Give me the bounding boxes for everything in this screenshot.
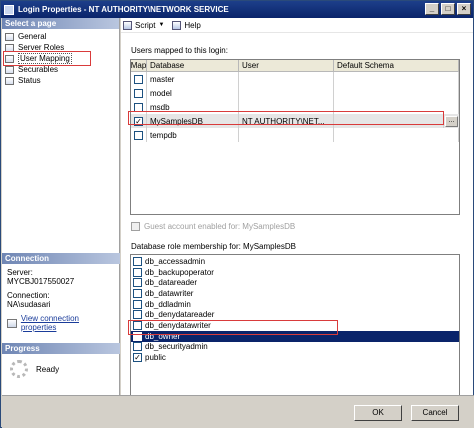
- users-mapped-label: Users mapped to this login:: [131, 46, 228, 55]
- role-checkbox[interactable]: [133, 299, 142, 309]
- table-row[interactable]: model: [131, 86, 459, 100]
- connection-header: Connection: [2, 253, 120, 264]
- title-bar[interactable]: Login Properties - NT AUTHORITY\NETWORK …: [1, 1, 473, 18]
- list-item[interactable]: db_backupoperator: [131, 267, 459, 278]
- role-checkbox[interactable]: [133, 342, 142, 352]
- role-label: db_denydatareader: [145, 310, 215, 320]
- page-icon: [5, 32, 14, 41]
- role-checkbox[interactable]: [133, 310, 142, 320]
- progress-spinner-icon: [10, 360, 28, 378]
- chevron-down-icon[interactable]: ▼: [158, 22, 164, 28]
- select-page-header: Select a page: [2, 18, 119, 29]
- close-button[interactable]: ×: [457, 3, 471, 15]
- left-pane: Select a page General Server Roles User …: [2, 18, 120, 412]
- role-checkbox-checked[interactable]: ✓: [133, 353, 142, 363]
- role-checkbox[interactable]: [133, 256, 142, 266]
- database-cell: master: [147, 72, 239, 86]
- schema-cell[interactable]: [334, 86, 459, 100]
- window-icon: [4, 4, 14, 15]
- help-icon: [172, 20, 182, 30]
- column-header-user[interactable]: User: [239, 60, 334, 71]
- role-label: db_securityadmin: [145, 342, 208, 352]
- map-checkbox[interactable]: [134, 130, 143, 140]
- minimize-button[interactable]: _: [425, 3, 439, 15]
- database-cell: model: [147, 86, 239, 100]
- page-label: Securables: [18, 65, 59, 74]
- user-cell[interactable]: [239, 128, 334, 142]
- mysamplesdb-highlight: [128, 111, 444, 125]
- schema-cell[interactable]: [334, 128, 459, 142]
- role-label: public: [145, 353, 166, 363]
- role-label: db_datareader: [145, 278, 198, 288]
- window-title: Login Properties - NT AUTHORITY\NETWORK …: [18, 5, 229, 14]
- grid-header: Map Database User Default Schema: [131, 60, 459, 72]
- script-icon: [123, 20, 132, 30]
- guest-account-option: Guest account enabled for: MySamplesDB: [131, 222, 295, 231]
- page-general[interactable]: General: [2, 31, 119, 42]
- db-owner-highlight: [128, 320, 338, 335]
- script-label: Script: [135, 20, 156, 30]
- window-controls: _ □ ×: [425, 3, 471, 15]
- view-connection-properties-label: View connection properties: [20, 314, 79, 332]
- map-checkbox[interactable]: [134, 88, 143, 98]
- page-status[interactable]: Status: [2, 75, 119, 86]
- help-label: Help: [184, 20, 201, 30]
- dialog-footer: OK Cancel: [2, 395, 474, 428]
- column-header-map[interactable]: Map: [131, 60, 147, 71]
- role-checkbox[interactable]: [133, 288, 142, 298]
- ok-button[interactable]: OK: [354, 405, 402, 421]
- script-button[interactable]: Script ▼: [123, 20, 164, 30]
- table-row[interactable]: tempdb: [131, 128, 459, 142]
- page-icon: [5, 76, 14, 85]
- column-header-default-schema[interactable]: Default Schema: [334, 60, 459, 71]
- view-connection-properties-link[interactable]: View connection properties: [7, 314, 115, 332]
- help-button[interactable]: Help: [172, 20, 201, 30]
- database-cell: tempdb: [147, 128, 239, 142]
- user-cell[interactable]: [239, 72, 334, 86]
- cancel-button[interactable]: Cancel: [411, 405, 459, 421]
- page-label: Status: [18, 76, 41, 85]
- list-item[interactable]: db_denydatareader: [131, 309, 459, 320]
- role-checkbox[interactable]: [133, 267, 142, 277]
- list-item[interactable]: db_ddladmin: [131, 299, 459, 310]
- login-properties-window: Login Properties - NT AUTHORITY\NETWORK …: [0, 0, 474, 428]
- progress-header: Progress: [2, 343, 120, 354]
- page-label: General: [18, 32, 47, 41]
- role-label: db_ddladmin: [145, 299, 191, 309]
- role-membership-label: Database role membership for: MySamplesD…: [131, 242, 296, 251]
- list-item[interactable]: db_accessadmin: [131, 256, 459, 267]
- server-label: Server:: [7, 268, 33, 277]
- guest-label: Guest account enabled for: MySamplesDB: [144, 222, 296, 231]
- users-mapped-grid: Map Database User Default Schema master …: [130, 59, 460, 215]
- browse-schema-button[interactable]: ...: [445, 115, 458, 127]
- map-checkbox[interactable]: [134, 74, 143, 84]
- user-cell[interactable]: [239, 86, 334, 100]
- toolbar: Script ▼ Help: [121, 18, 473, 33]
- role-checkbox[interactable]: [133, 278, 142, 288]
- role-label: db_datawriter: [145, 288, 194, 298]
- connection-value: NA\sudasari: [7, 300, 51, 309]
- progress-status: Ready: [36, 364, 60, 374]
- connection-section: Connection Server: MYCBJ017550027 Connec…: [2, 253, 120, 332]
- page-icon: [5, 65, 14, 74]
- connection-label: Connection:: [7, 291, 50, 300]
- list-item[interactable]: db_datawriter: [131, 288, 459, 299]
- maximize-button[interactable]: □: [441, 3, 455, 15]
- list-item[interactable]: db_datareader: [131, 277, 459, 288]
- list-item[interactable]: ✓ public: [131, 352, 459, 363]
- user-mapping-highlight: [3, 51, 91, 66]
- role-label: db_backupoperator: [145, 267, 214, 277]
- progress-section: Progress Ready: [2, 343, 120, 378]
- table-row[interactable]: master: [131, 72, 459, 86]
- column-header-database[interactable]: Database: [147, 60, 239, 71]
- properties-icon: [7, 318, 17, 328]
- right-pane: Script ▼ Help Users mapped to this login…: [121, 18, 473, 412]
- list-item[interactable]: db_securityadmin: [131, 342, 459, 353]
- role-label: db_accessadmin: [145, 256, 206, 266]
- schema-cell[interactable]: [334, 72, 459, 86]
- server-value: MYCBJ017550027: [7, 277, 75, 286]
- guest-checkbox: [131, 222, 140, 231]
